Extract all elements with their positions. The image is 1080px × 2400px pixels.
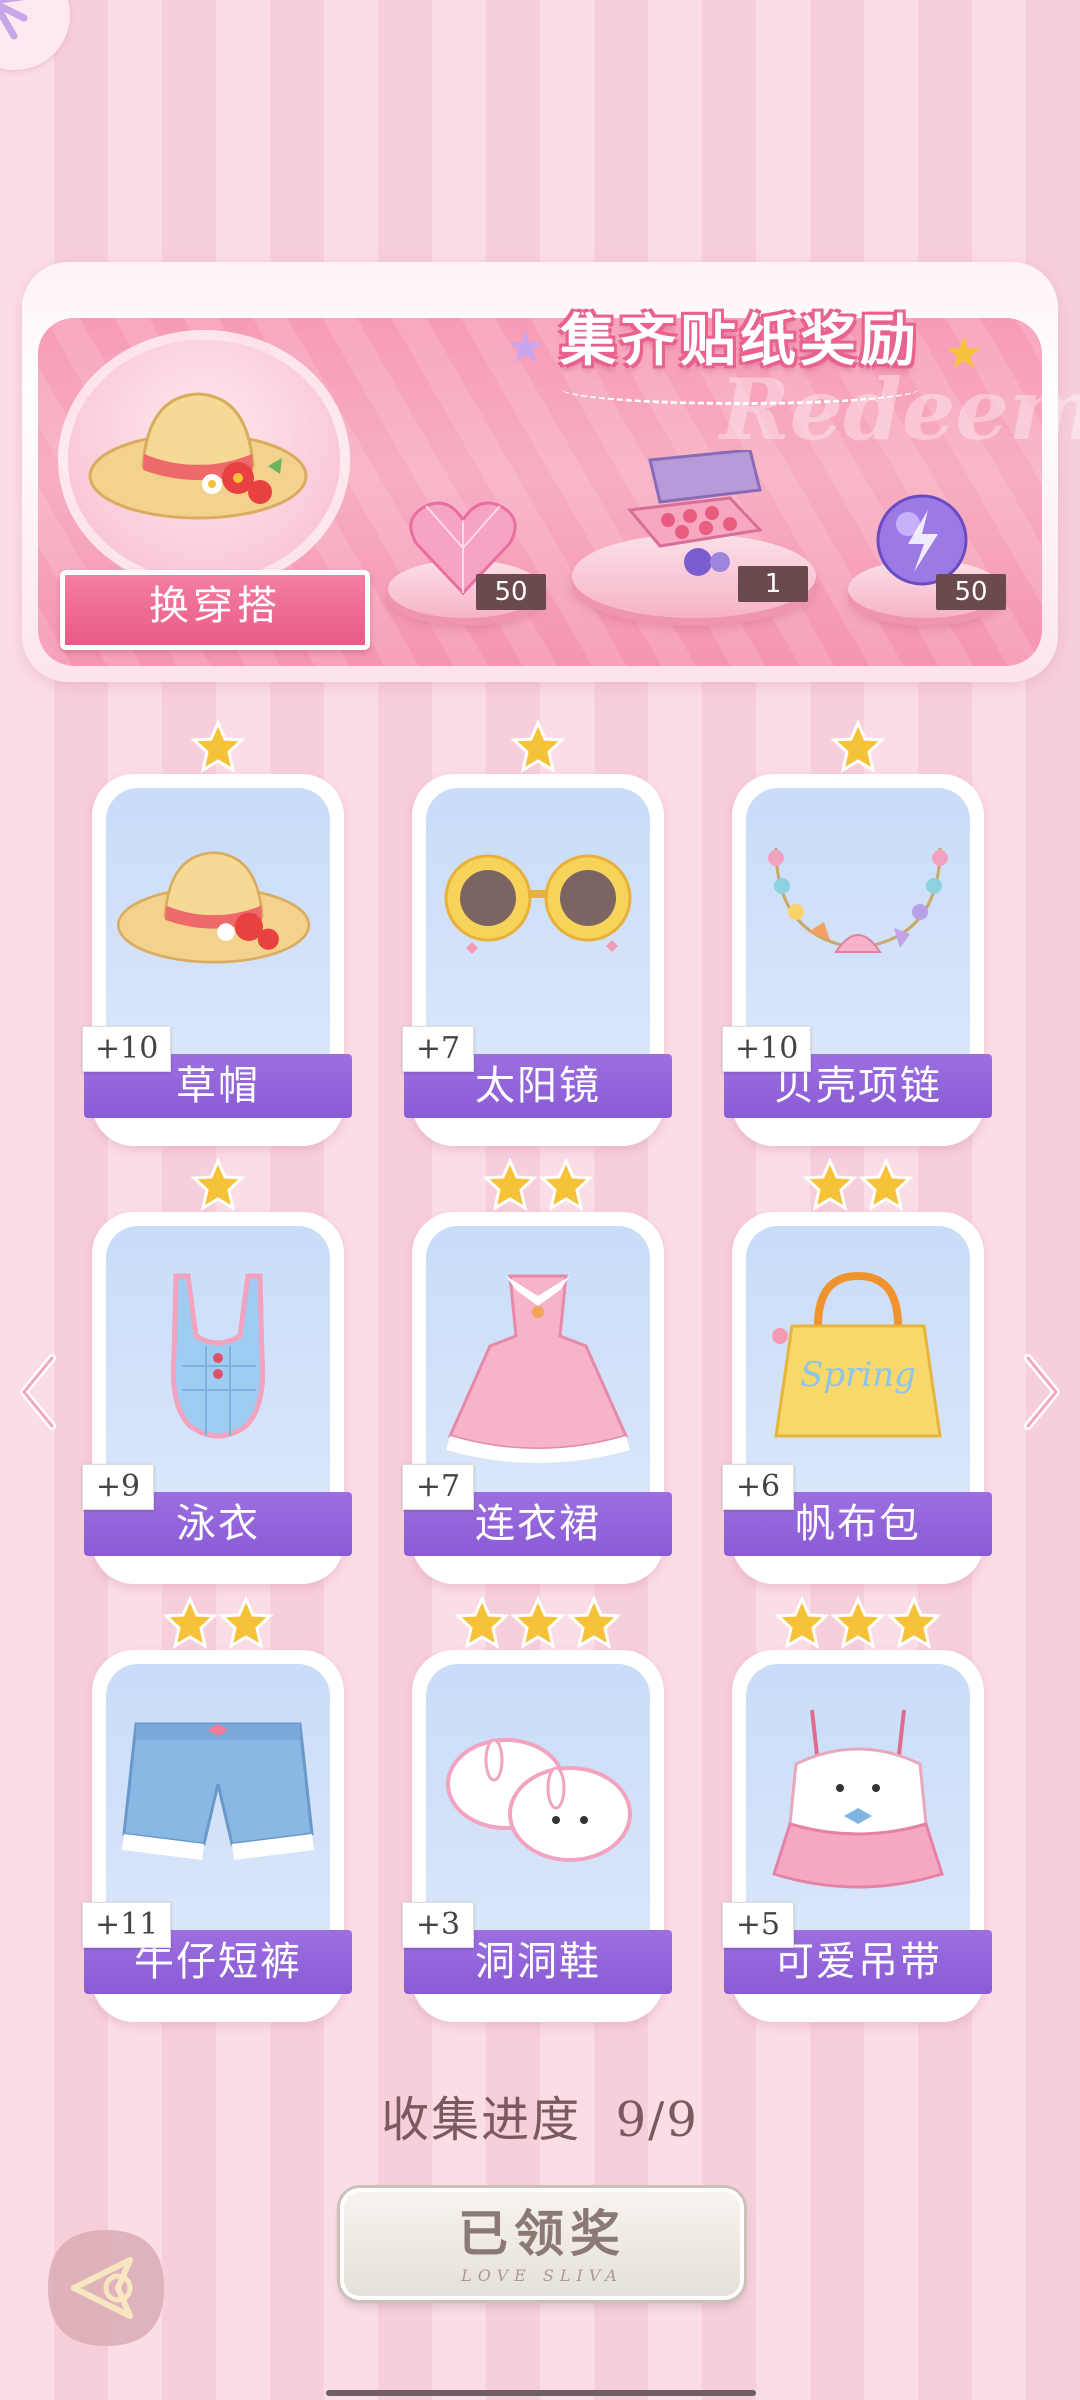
rarity-stars — [88, 1157, 348, 1214]
star-icon — [482, 1157, 538, 1214]
gift-box-icon — [627, 450, 764, 576]
star-icon — [218, 1595, 274, 1652]
item-count-tag: +10 — [722, 1026, 812, 1072]
rarity-stars — [728, 1595, 988, 1652]
star-icon — [190, 1157, 246, 1214]
star-icon — [510, 1595, 566, 1652]
item-card[interactable]: 洞洞鞋 +3 — [402, 1650, 672, 2022]
back-button[interactable] — [44, 2226, 168, 2350]
straw-hat-icon — [88, 392, 308, 520]
reward-qty: 50 — [936, 574, 1006, 610]
rarity-stars — [728, 1157, 988, 1214]
claimed-label: 已领奖 — [458, 2204, 626, 2263]
rarity-stars — [88, 1595, 348, 1652]
fan-icon — [0, 0, 28, 40]
item-card[interactable]: 太阳镜 +7 — [402, 774, 672, 1146]
item-card[interactable]: 牛仔短裤 +11 — [82, 1650, 352, 2022]
outfit-preview — [68, 340, 340, 580]
rarity-stars — [408, 719, 668, 776]
next-page-arrow-icon[interactable] — [1016, 1352, 1066, 1432]
item-count-tag: +3 — [402, 1902, 474, 1948]
prev-page-arrow-icon[interactable] — [14, 1352, 64, 1432]
rarity-stars — [408, 1157, 668, 1214]
star-icon — [830, 719, 886, 776]
star-deco-icon: ★ — [944, 328, 984, 379]
progress-label: 收集进度 — [381, 2092, 582, 2148]
claimed-sub-label: LOVE SLIVA — [461, 2266, 623, 2285]
item-card[interactable]: 泳衣 +9 — [82, 1212, 352, 1584]
item-count-tag: +5 — [722, 1902, 794, 1948]
star-icon — [510, 719, 566, 776]
item-count-tag: +11 — [82, 1902, 172, 1948]
star-icon — [162, 1595, 218, 1652]
rarity-stars — [728, 719, 988, 776]
home-indicator[interactable] — [326, 2390, 756, 2396]
item-count-tag: +10 — [82, 1026, 172, 1072]
item-card[interactable]: Spring 帆布包 +6 — [722, 1212, 992, 1584]
star-icon — [454, 1595, 510, 1652]
menu-corner-button[interactable] — [0, 0, 70, 70]
star-icon — [886, 1595, 942, 1652]
star-icon — [858, 1157, 914, 1214]
item-count-tag: +7 — [402, 1464, 474, 1510]
star-icon — [802, 1157, 858, 1214]
star-icon — [774, 1595, 830, 1652]
svg-text:Spring: Spring — [800, 1355, 916, 1395]
banner-title: 集齐贴纸奖励 — [560, 308, 920, 374]
progress-value: 9/9 — [615, 2092, 699, 2148]
item-card[interactable]: 贝壳项链 +10 — [722, 774, 992, 1146]
star-deco-icon: ★ — [506, 322, 546, 373]
change-outfit-button[interactable]: 换穿搭 — [60, 570, 370, 650]
item-card[interactable]: 可爱吊带 +5 — [722, 1650, 992, 2022]
item-card[interactable]: 草帽 +10 — [82, 774, 352, 1146]
star-icon — [830, 1595, 886, 1652]
claimed-button[interactable]: 已领奖 LOVE SLIVA — [340, 2188, 744, 2300]
reward-qty: 1 — [738, 566, 808, 602]
rarity-stars — [88, 719, 348, 776]
rarity-stars — [408, 1595, 668, 1652]
star-icon — [566, 1595, 622, 1652]
collection-progress: 收集进度 9/9 — [0, 2080, 1080, 2150]
item-count-tag: +6 — [722, 1464, 794, 1510]
item-count-tag: +9 — [82, 1464, 154, 1510]
star-icon — [538, 1157, 594, 1214]
reward-qty: 50 — [476, 574, 546, 610]
item-card[interactable]: 连衣裙 +7 — [402, 1212, 672, 1584]
back-arrow-icon — [48, 2230, 164, 2346]
star-icon — [190, 719, 246, 776]
item-count-tag: +7 — [402, 1026, 474, 1072]
